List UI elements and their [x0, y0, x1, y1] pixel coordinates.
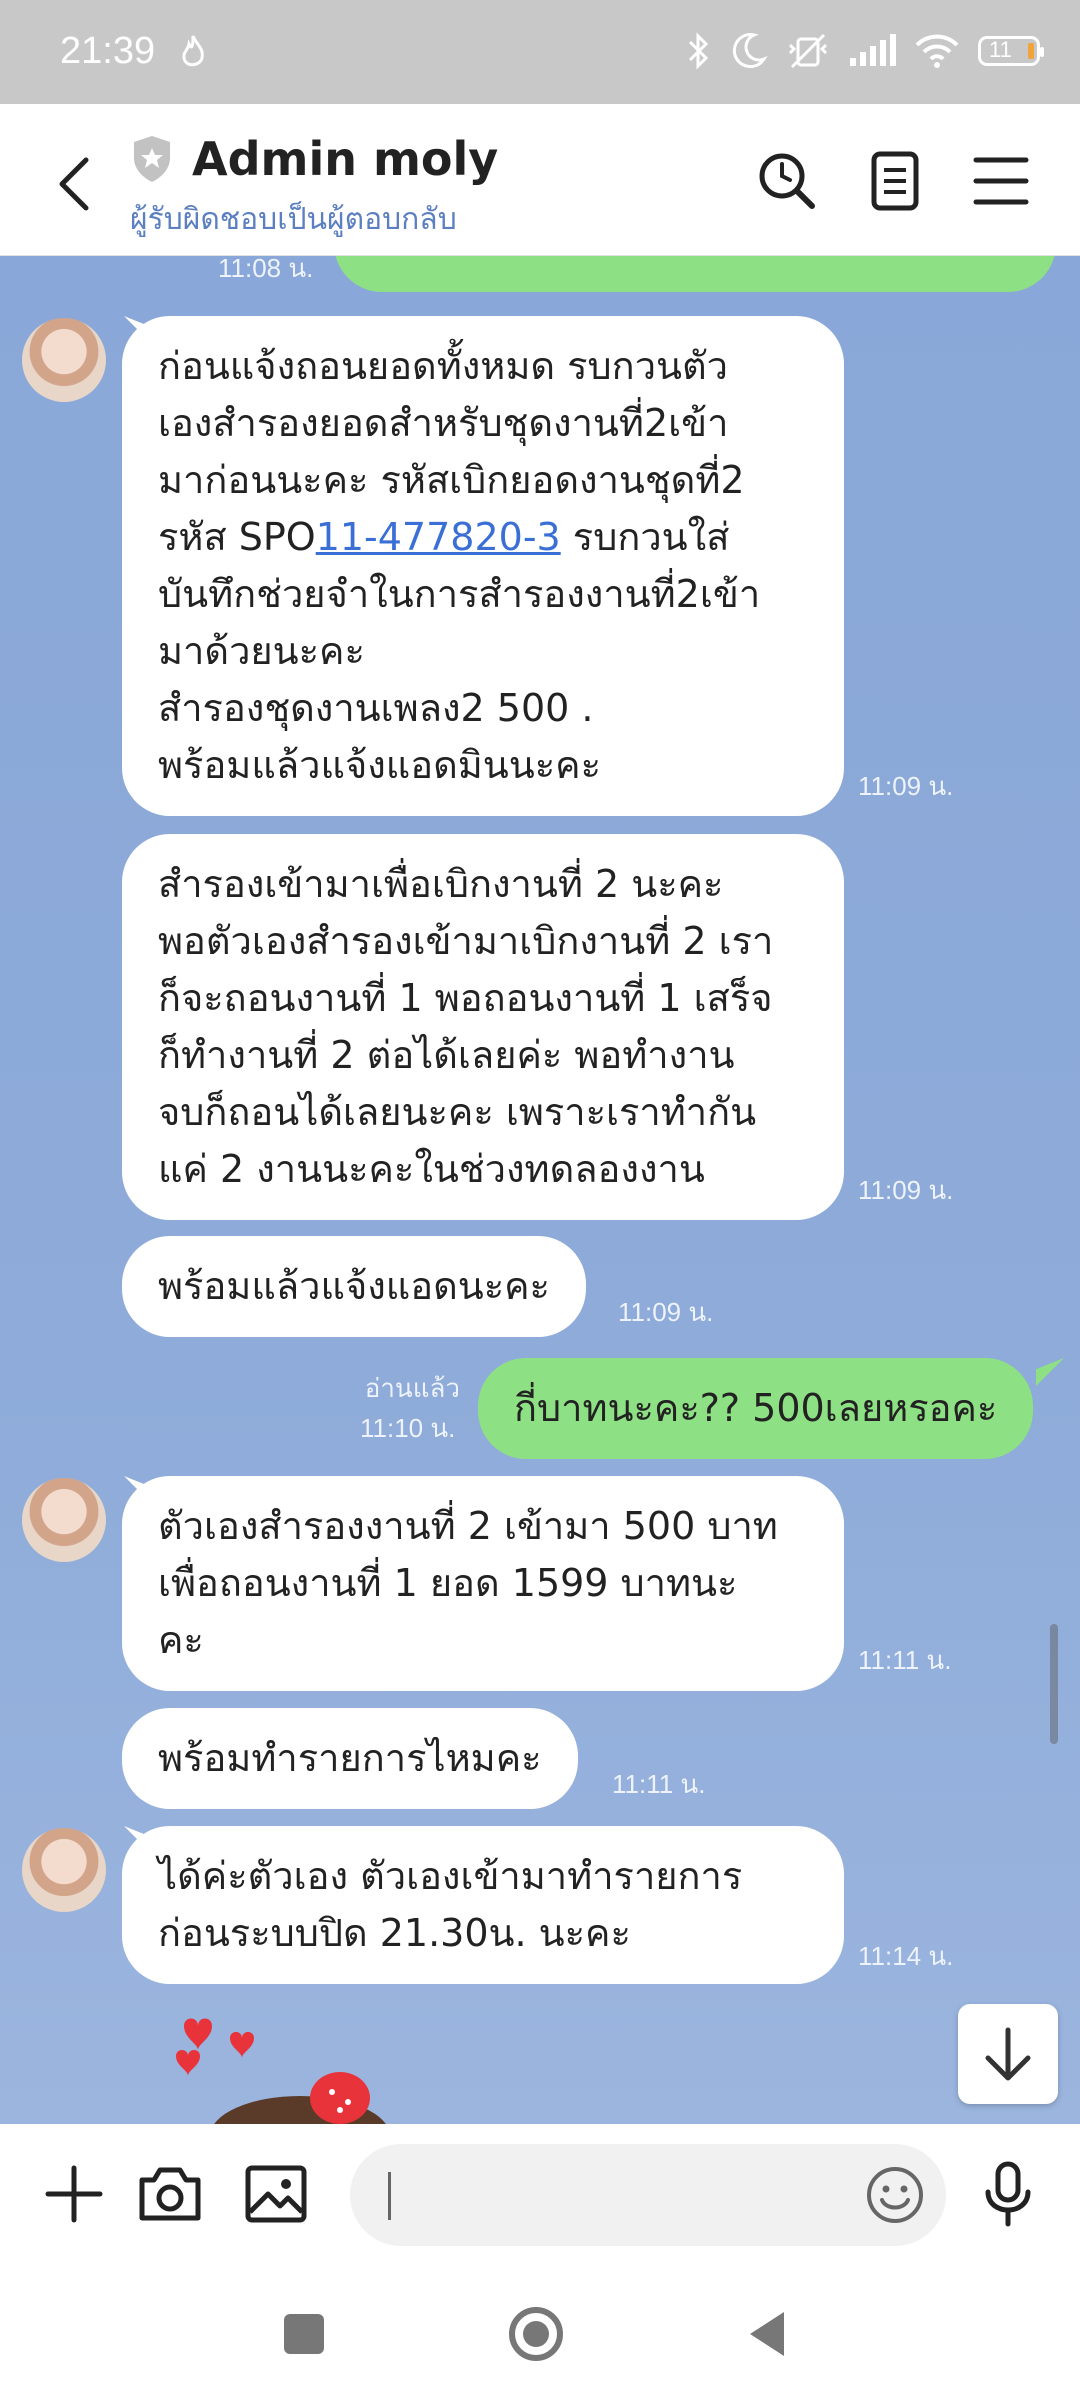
message-time: 11:14 น. [858, 1941, 954, 1971]
avatar[interactable] [22, 318, 106, 402]
status-icons: 11 [686, 26, 1044, 76]
message-time: 11:09 น. [618, 1297, 714, 1327]
avatar[interactable] [22, 1478, 106, 1562]
signal-icon [850, 34, 896, 66]
microphone-icon[interactable] [972, 2158, 1044, 2230]
image-icon[interactable] [240, 2158, 312, 2230]
message-bubble[interactable]: ก่อนแจ้งถอนยอดทั้งหมด รบกวนตัว เองสำรองย… [122, 316, 844, 816]
moon-icon [732, 33, 768, 69]
battery-icon: 11 [978, 36, 1044, 66]
message-time: 11:09 น. [858, 1175, 954, 1205]
message-bubble-mine[interactable]: กี่บาทนะคะ?? 500เลยหรอคะ [478, 1358, 1034, 1459]
menu-icon[interactable] [966, 146, 1036, 216]
status-time: 21:39 [60, 30, 156, 72]
message-bubble[interactable]: สำรองเข้ามาเพื่อเบิกงานที่ 2 นะคะ พอตัวเ… [122, 834, 844, 1220]
avatar[interactable] [22, 1828, 106, 1912]
scroll-down-button[interactable] [958, 2004, 1058, 2104]
notes-icon[interactable] [860, 146, 930, 216]
chat-header: Admin moly ผู้รับผิดชอบเป็นผู้ตอบกลับ [0, 104, 1080, 256]
message-time: 11:08 น. [218, 256, 314, 283]
recent-apps-icon[interactable] [272, 2302, 336, 2366]
message-bubble[interactable]: ตัวเองสำรองงานที่ 2 เข้ามา 500 บาท เพื่อ… [122, 1476, 844, 1691]
arrow-down-icon [985, 2027, 1031, 2081]
plus-icon[interactable] [38, 2158, 110, 2230]
status-bar: 21:39 11 [0, 0, 1080, 104]
shield-icon [134, 136, 170, 182]
sticker[interactable] [160, 2006, 460, 2124]
system-nav-bar [0, 2266, 1080, 2400]
back-icon[interactable] [736, 2302, 800, 2366]
back-arrow-icon[interactable] [50, 154, 100, 214]
battery-level: 11 [989, 37, 1012, 62]
chat-messages[interactable]: 11:08 น. ก่อนแจ้งถอนยอดทั้งหมด รบกวนตัว … [0, 256, 1080, 2124]
bluetooth-icon [688, 32, 709, 70]
message-input[interactable] [350, 2144, 946, 2246]
camera-icon[interactable] [134, 2158, 206, 2230]
wifi-icon [915, 34, 959, 68]
home-icon[interactable] [504, 2302, 568, 2366]
message-bubble-partial[interactable] [334, 256, 1056, 292]
message-bubble[interactable]: พร้อมแล้วแจ้งแอดนะคะ [122, 1236, 586, 1337]
chat-subtitle: ผู้รับผิดชอบเป็นผู้ตอบกลับ [130, 202, 457, 237]
message-input-bar [0, 2124, 1080, 2266]
message-time: 11:11 น. [858, 1645, 952, 1675]
message-bubble[interactable]: ได้ค่ะตัวเอง ตัวเองเข้ามาทำรายการ ก่อนระ… [122, 1826, 844, 1984]
mute-vibrate-icon [788, 33, 828, 69]
emoji-icon[interactable] [864, 2164, 926, 2226]
chat-title: Admin moly [192, 132, 499, 186]
scrollbar[interactable] [1050, 1624, 1058, 1744]
message-time: 11:09 น. [858, 771, 954, 801]
account-link[interactable]: 11-477820-3 [316, 515, 561, 559]
read-receipt: อ่านแล้ว [364, 1374, 460, 1404]
search-icon[interactable] [752, 146, 822, 216]
flame-icon [182, 35, 204, 67]
message-time: 11:11 น. [612, 1769, 706, 1799]
message-bubble[interactable]: พร้อมทำรายการไหมคะ [122, 1708, 578, 1809]
message-time: 11:10 น. [360, 1413, 456, 1443]
